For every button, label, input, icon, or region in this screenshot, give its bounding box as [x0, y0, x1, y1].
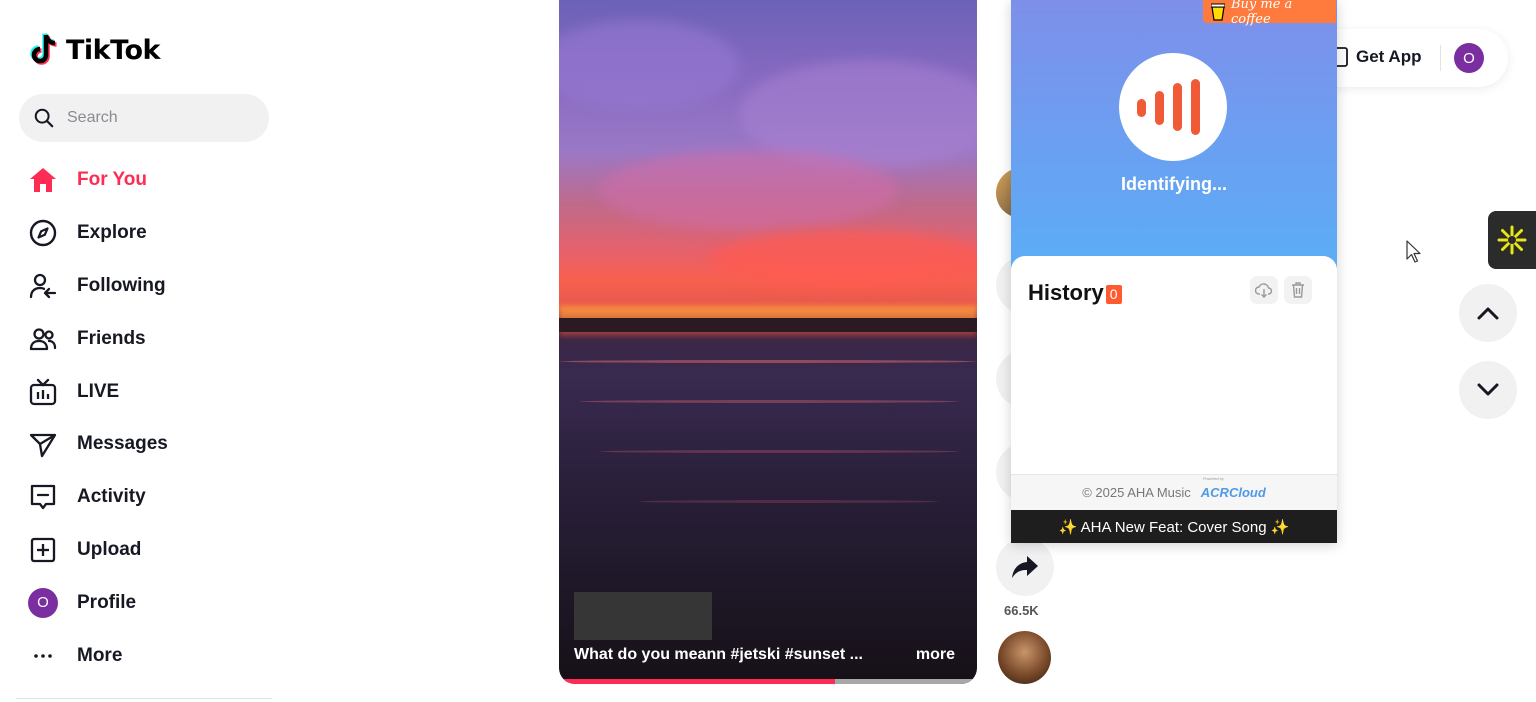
water-ripple — [559, 360, 977, 363]
nav-item-messages[interactable]: Messages — [0, 418, 290, 471]
avatar: O — [28, 587, 58, 618]
history-label: History — [1028, 280, 1104, 305]
sound-bars-icon — [1137, 79, 1200, 135]
nav-item-activity[interactable]: Activity — [0, 471, 290, 524]
music-disc-avatar[interactable] — [998, 631, 1051, 684]
nav-item-explore[interactable]: Explore — [0, 207, 290, 260]
nav-label: For You — [77, 169, 148, 191]
aha-footer: © 2025 AHA Music Powered by ACRCloud — [1011, 474, 1337, 510]
nav-item-friends[interactable]: Friends — [0, 312, 290, 365]
nav-label: Explore — [77, 222, 147, 244]
nav-item-following[interactable]: Following — [0, 260, 290, 313]
nav-item-for-you[interactable]: For You — [0, 154, 290, 207]
share-button[interactable] — [996, 538, 1054, 596]
main-nav: For You Explore Following Friends LIVE M… — [0, 154, 290, 682]
compass-icon — [28, 218, 58, 248]
sidebar: TikTok For You Explore — [0, 0, 290, 702]
logo-text: TikTok — [66, 34, 160, 66]
share-arrow-icon — [1012, 556, 1038, 578]
avatar[interactable]: O — [1454, 43, 1484, 73]
tiktok-note-icon — [30, 32, 57, 65]
search-icon — [34, 108, 54, 128]
video-progress-bar[interactable] — [559, 679, 977, 684]
acrcloud-logo[interactable]: Powered by ACRCloud — [1200, 476, 1266, 500]
following-icon — [28, 271, 58, 301]
extension-button[interactable] — [1488, 211, 1536, 269]
nav-item-live[interactable]: LIVE — [0, 365, 290, 418]
nav-item-upload[interactable]: Upload — [0, 524, 290, 577]
coffee-cup-icon — [1211, 3, 1225, 21]
water-ripple — [639, 500, 939, 503]
sky-cloud — [709, 230, 977, 290]
nav-label: Following — [77, 274, 166, 296]
mouse-cursor-icon — [1406, 240, 1421, 263]
redacted-username — [574, 592, 712, 640]
nav-label: Messages — [77, 433, 168, 455]
search-bar[interactable] — [19, 94, 269, 142]
nav-label: LIVE — [77, 380, 120, 402]
buy-me-coffee-label: Buy me a coffee — [1230, 0, 1293, 27]
history-count-badge: 0 — [1105, 285, 1122, 304]
tiktok-page: TikTok For You Explore — [0, 0, 1536, 702]
new-feature-banner[interactable]: ✨ AHA New Feat: Cover Song ✨ — [1011, 510, 1337, 543]
nav-label: Friends — [77, 327, 146, 349]
more-dots-icon — [28, 641, 58, 671]
video-progress-fill — [559, 679, 835, 684]
identify-button[interactable] — [1119, 53, 1227, 161]
next-video-button[interactable] — [1459, 361, 1517, 419]
top-right-bar: Get App O — [1312, 29, 1508, 87]
nav-label: More — [77, 644, 123, 666]
more-link[interactable]: more — [916, 646, 955, 664]
copyright-text: © 2025 AHA Music — [1082, 485, 1191, 500]
nav-item-more[interactable]: More — [0, 629, 290, 682]
aha-header: Buy me a coffee Identifying... — [1011, 0, 1337, 275]
paper-plane-icon — [28, 429, 58, 459]
video-caption: What do you meann #jetski #sunset ... — [574, 646, 863, 663]
tiktok-logo[interactable]: TikTok — [28, 32, 160, 68]
water-ripple — [579, 400, 959, 403]
water-ripple — [599, 450, 959, 453]
live-tv-icon — [28, 377, 58, 407]
aha-music-popup: Buy me a coffee Identifying... History 0 — [1011, 0, 1337, 543]
sky-cloud — [559, 20, 739, 110]
acrcloud-label: ACRCloud — [1200, 485, 1266, 500]
previous-video-button[interactable] — [1459, 284, 1517, 342]
chevron-down-icon — [1477, 383, 1499, 396]
upload-icon — [28, 535, 58, 565]
acrcloud-powered-label: Powered by — [1202, 476, 1224, 481]
get-app-button[interactable]: Get App — [1332, 47, 1421, 67]
clear-history-button[interactable] — [1284, 276, 1312, 304]
profile-avatar: O — [28, 587, 58, 618]
nav-item-profile[interactable]: O Profile — [0, 576, 290, 629]
activity-icon — [28, 482, 58, 512]
chevron-up-icon — [1477, 307, 1499, 320]
sidebar-divider — [16, 698, 272, 699]
download-history-button[interactable] — [1250, 276, 1278, 304]
get-app-label: Get App — [1356, 47, 1422, 66]
topbar-divider — [1440, 45, 1441, 71]
shoreline — [559, 318, 977, 332]
history-title: History 0 — [1028, 280, 1122, 306]
home-icon — [28, 165, 58, 195]
share-count: 66.5K — [1004, 603, 1039, 618]
trash-icon — [1292, 282, 1304, 298]
history-panel: History 0 — [1011, 256, 1337, 474]
cloud-download-icon — [1255, 283, 1273, 298]
nav-label: Activity — [77, 486, 146, 508]
sparkle-icon — [1497, 225, 1527, 255]
friends-icon — [28, 324, 58, 354]
sky-cloud — [599, 150, 899, 230]
search-input[interactable] — [67, 109, 247, 127]
buy-me-coffee-button[interactable]: Buy me a coffee — [1203, 0, 1336, 27]
video-player[interactable]: What do you meann #jetski #sunset ... mo… — [559, 0, 977, 684]
nav-label: Profile — [77, 591, 137, 613]
identifying-status: Identifying... — [1121, 174, 1227, 194]
nav-label: Upload — [77, 538, 142, 560]
